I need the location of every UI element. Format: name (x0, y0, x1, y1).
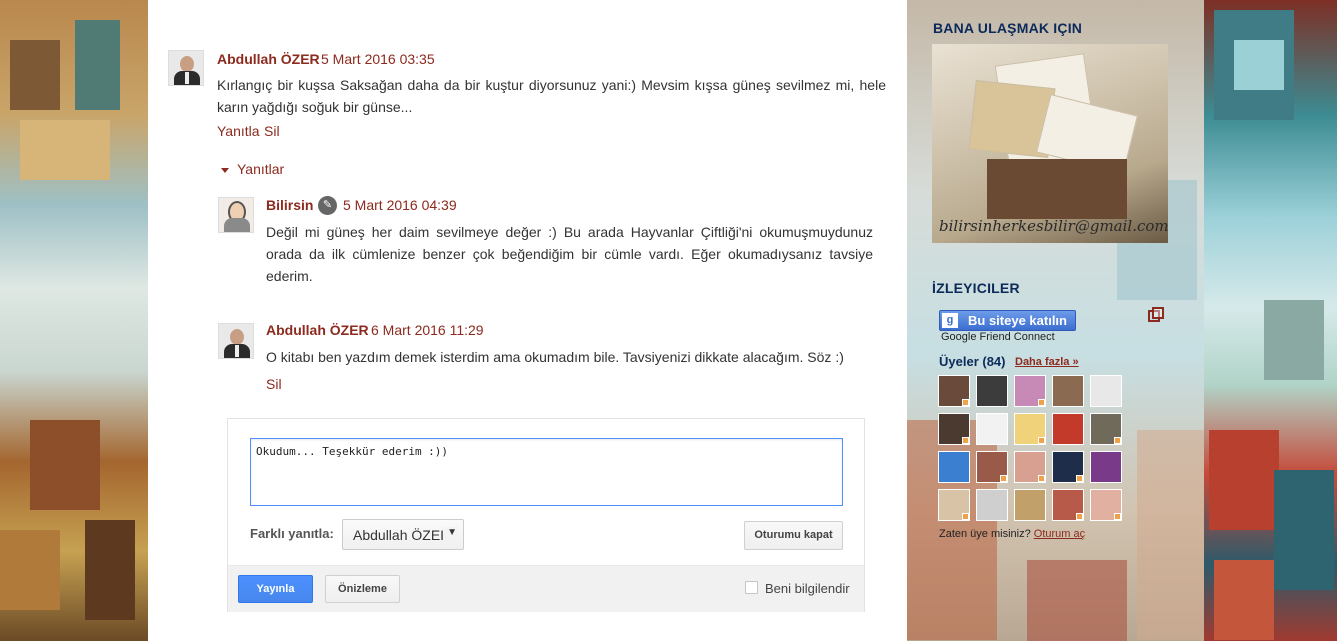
comment-text: Değil mi güneş her daim sevilmeye değer … (266, 224, 873, 284)
avatar[interactable] (168, 50, 204, 86)
signout-button[interactable]: Oturumu kapat (744, 521, 843, 550)
delete-link[interactable]: Sil (266, 376, 282, 392)
comment-date[interactable]: 5 Mart 2016 03:35 (321, 51, 435, 67)
member-avatar[interactable] (938, 489, 970, 521)
members-count: Üyeler (84) (939, 354, 1006, 369)
reply-textarea[interactable] (250, 438, 843, 506)
member-avatar[interactable] (976, 413, 1008, 445)
preview-button[interactable]: Önizleme (325, 575, 400, 603)
member-avatar[interactable] (938, 375, 970, 407)
already-member-label: Zaten üye misiniz? (939, 528, 1031, 540)
caret-down-icon (221, 167, 229, 173)
followers-widget-title: İZLEYICILER (932, 280, 1020, 296)
sign-in-link[interactable]: Oturum aç (1034, 528, 1085, 540)
member-avatar[interactable] (938, 451, 970, 483)
publish-button[interactable]: Yayınla (238, 575, 313, 603)
comment-text: Kırlangıç bir kuşsa Saksağan daha da bir… (217, 77, 886, 115)
more-members-link[interactable]: Daha fazla » (1015, 356, 1079, 368)
avatar[interactable] (218, 197, 254, 233)
delete-link[interactable]: Sil (264, 123, 280, 139)
pencil-icon: ✎ (318, 196, 337, 215)
member-avatar[interactable] (976, 375, 1008, 407)
reply-form-footer: Yayınla Önizleme Beni bilgilendir (228, 565, 864, 612)
member-avatar[interactable] (1014, 451, 1046, 483)
member-avatar[interactable] (1052, 375, 1084, 407)
reply-as-select[interactable]: Abdullah ÖZEI ▼ (342, 519, 464, 550)
notify-checkbox[interactable] (745, 581, 758, 594)
popout-icon[interactable] (1148, 307, 1164, 322)
comment-date[interactable]: 5 Mart 2016 04:39 (343, 197, 457, 213)
notify-label: Beni bilgilendir (765, 581, 850, 596)
contact-email: bilirsinherkesbilir@gmail.com (939, 217, 1168, 235)
member-avatar[interactable] (1052, 489, 1084, 521)
contact-widget-title: BANA ULAŞMAK IÇIN (933, 20, 1083, 36)
reply-form: Farklı yanıtla: Abdullah ÖZEI ▼ Oturumu … (227, 418, 865, 612)
member-avatar[interactable] (1090, 413, 1122, 445)
member-avatar[interactable] (938, 413, 970, 445)
google-icon: g (942, 313, 958, 328)
member-avatar[interactable] (1052, 451, 1084, 483)
member-avatar[interactable] (1014, 413, 1046, 445)
already-member-text: Zaten üye misiniz? Oturum aç (939, 528, 1085, 540)
member-avatar[interactable] (1014, 375, 1046, 407)
contact-image[interactable]: bilirsinherkesbilir@gmail.com (932, 44, 1168, 243)
member-avatar[interactable] (1090, 451, 1122, 483)
member-avatar[interactable] (1014, 489, 1046, 521)
background-decoration-right (1204, 0, 1337, 641)
reply-link[interactable]: Yanıtla (217, 123, 260, 139)
gfc-label: Google Friend Connect (941, 331, 1055, 343)
dropdown-arrow-icon: ▼ (444, 527, 457, 538)
member-avatar[interactable] (1052, 413, 1084, 445)
member-avatar[interactable] (976, 489, 1008, 521)
comment-author[interactable]: Bilirsin (266, 197, 313, 213)
reply-as-value: Abdullah ÖZEI (353, 527, 445, 543)
avatar[interactable] (218, 323, 254, 359)
join-site-button[interactable]: g Bu siteye katılın (939, 310, 1076, 331)
member-avatar[interactable] (1090, 489, 1122, 521)
comment-author[interactable]: Abdullah ÖZER (217, 51, 320, 67)
join-site-label: Bu siteye katılın (968, 313, 1067, 328)
replies-toggle-label: Yanıtlar (237, 161, 285, 177)
comment-date[interactable]: 6 Mart 2016 11:29 (371, 322, 484, 338)
comment-author[interactable]: Abdullah ÖZER (266, 322, 369, 338)
member-avatar[interactable] (1090, 375, 1122, 407)
background-decoration-left (0, 0, 148, 641)
member-avatar[interactable] (976, 451, 1008, 483)
reply-as-label: Farklı yanıtla: (250, 526, 334, 541)
comment-text: O kitabı ben yazdım demek isterdim ama o… (266, 349, 844, 365)
replies-toggle[interactable]: Yanıtlar (221, 161, 284, 177)
